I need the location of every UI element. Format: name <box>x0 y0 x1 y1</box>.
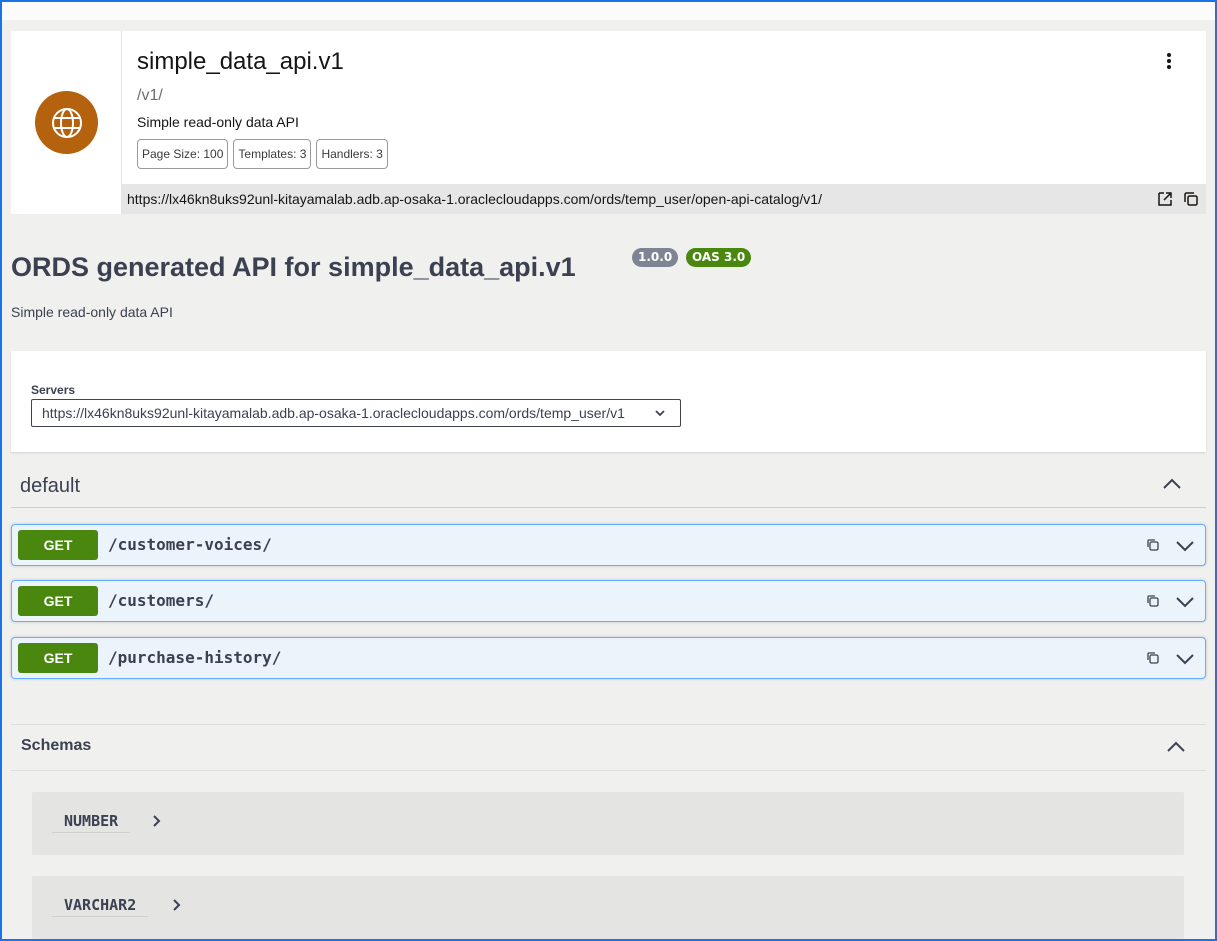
copy-icon[interactable] <box>1145 650 1161 666</box>
api-header-card: simple_data_api.v1 /v1/ Simple read-only… <box>11 31 1206 214</box>
model-name[interactable]: VARCHAR2 <box>52 896 149 917</box>
servers-select[interactable]: https://lx46kn8uks92unl-kitayamalab.adb.… <box>31 399 681 427</box>
copy-icon[interactable] <box>1145 593 1161 609</box>
chevron-down-icon[interactable] <box>1175 595 1195 609</box>
servers-label: Servers <box>31 383 76 397</box>
method-badge: GET <box>18 530 98 560</box>
open-external-icon[interactable] <box>1156 190 1174 208</box>
api-description: Simple read-only data API <box>137 114 299 130</box>
method-badge: GET <box>18 586 98 616</box>
info-title: ORDS generated API for simple_data_api.v… <box>11 252 576 282</box>
operation-path: /purchase-history/ <box>108 648 282 667</box>
more-options-icon[interactable] <box>1161 49 1177 73</box>
info-description: Simple read-only data API <box>11 304 173 320</box>
chevron-down-icon <box>655 410 665 417</box>
chevron-down-icon[interactable] <box>1175 652 1195 666</box>
schemas-title: Schemas <box>21 737 92 754</box>
version-badge: 1.0.0 <box>632 248 679 267</box>
card-icon-area <box>11 31 122 214</box>
chip-templates: Templates: 3 <box>233 139 312 169</box>
schema-model-number[interactable]: NUMBER <box>32 792 1184 855</box>
globe-icon <box>35 91 98 154</box>
catalog-url-bar: https://lx46kn8uks92unl-kitayamalab.adb.… <box>122 184 1206 214</box>
chevron-down-icon[interactable] <box>1175 539 1195 553</box>
servers-section: Servers https://lx46kn8uks92unl-kitayama… <box>11 351 1206 452</box>
catalog-url[interactable]: https://lx46kn8uks92unl-kitayamalab.adb.… <box>127 191 822 207</box>
copy-icon[interactable] <box>1145 537 1161 553</box>
chevron-right-icon[interactable] <box>172 898 182 912</box>
operation-get-purchase-history[interactable]: GET /purchase-history/ <box>11 637 1206 679</box>
servers-selected-value: https://lx46kn8uks92unl-kitayamalab.adb.… <box>42 405 625 421</box>
schemas-header[interactable]: Schemas <box>11 725 1206 771</box>
schema-model-varchar2[interactable]: VARCHAR2 <box>32 876 1184 939</box>
api-chips: Page Size: 100 Templates: 3 Handlers: 3 <box>137 139 388 169</box>
chip-page-size: Page Size: 100 <box>137 139 229 169</box>
api-path: /v1/ <box>137 87 163 104</box>
copy-url-icon[interactable] <box>1182 190 1200 208</box>
operation-path: /customer-voices/ <box>108 535 272 554</box>
operation-get-customers[interactable]: GET /customers/ <box>11 580 1206 622</box>
chevron-up-icon[interactable] <box>1166 740 1186 754</box>
chevron-up-icon[interactable] <box>1162 477 1182 491</box>
oas-badge: OAS 3.0 <box>686 248 752 267</box>
operation-get-customer-voices[interactable]: GET /customer-voices/ <box>11 524 1206 566</box>
top-strip <box>2 2 1215 20</box>
operation-path: /customers/ <box>108 591 214 610</box>
tag-default-header[interactable]: default <box>11 462 1206 508</box>
model-name[interactable]: NUMBER <box>52 812 131 833</box>
method-badge: GET <box>18 643 98 673</box>
tag-name: default <box>20 475 81 497</box>
api-title: simple_data_api.v1 <box>137 48 344 75</box>
chip-handlers: Handlers: 3 <box>316 139 388 169</box>
chevron-right-icon[interactable] <box>152 814 162 828</box>
schemas-section: Schemas NUMBER VARCHAR2 <box>11 724 1206 941</box>
